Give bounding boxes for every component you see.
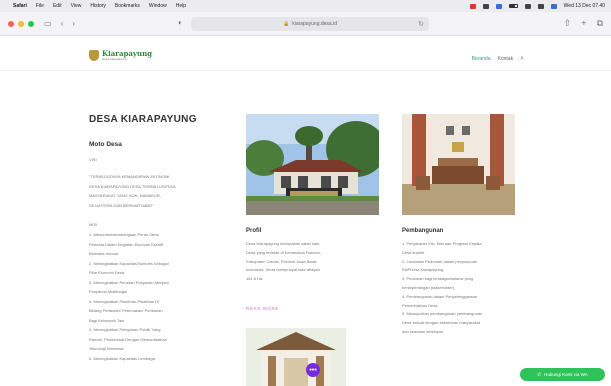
privacy-shield-icon[interactable]: ◐ (178, 18, 183, 27)
pembangunan-line: 5. Mewujudkan pembangunan pembangunan (402, 311, 483, 317)
menu-edit[interactable]: Edit (53, 3, 62, 9)
misi-line: Berbasis Inovasi (89, 251, 119, 256)
visi-line: SEJAHTERA DAN BERMARTABAT" (89, 202, 154, 208)
misi-line: 4. Meningkatkan Pelatihan-Pelatihan Di (89, 298, 160, 304)
reload-icon[interactable]: ↻ (418, 20, 424, 28)
more-options-button[interactable]: ••• (306, 363, 320, 377)
forward-icon[interactable]: › (72, 19, 75, 28)
pembangunan-heading: Pembangunan (402, 228, 444, 234)
profil-line: Kabupaten Ciamis, Provinsi Jawa Barat, (246, 258, 318, 264)
search-icon[interactable] (537, 3, 544, 9)
moto-heading: Moto Desa (89, 141, 122, 148)
app-status-icon[interactable] (469, 3, 476, 9)
profil-line: 181,8 Ha. (246, 276, 264, 282)
pembangunan-line: Pemerintahan Desa. (402, 302, 439, 308)
visi-line: DESA KIARAPAYUNG DESA TERINKLUSIFNYA (89, 183, 176, 189)
lock-icon: 🔒 (283, 21, 290, 27)
misi-line: 6. Meningkatkan Kapasitas Lembaga (89, 355, 155, 361)
profil-heading: Profil (246, 228, 262, 234)
pembangunan-line: 4. Pembangunan dalam Penyelenggaraan (402, 293, 477, 299)
pembangunan-line: 1. Penjabaran Visi, Misi dan Program Kep… (402, 241, 482, 246)
logo-title: Kiarapayung (102, 49, 153, 58)
control-center-icon[interactable] (550, 3, 557, 9)
status-icon[interactable] (482, 3, 489, 9)
menu-view[interactable]: View (71, 3, 82, 9)
misi-label: MISI (89, 222, 98, 227)
logo-emblem-icon (89, 50, 99, 61)
whatsapp-label: Hubungi Kami via WA (544, 372, 588, 377)
read-more-link[interactable]: READ MORE (246, 306, 279, 311)
page-title: DESA KIARAPAYUNG (89, 114, 197, 125)
misi-list: 1. Menumbuhkembangkan Peran Serta Pemuda… (89, 230, 217, 363)
visi-line: "TERWUJUDNYA KEMANDIRIAN EKONOMI (89, 174, 170, 179)
minimize-window-button[interactable] (18, 20, 24, 27)
profil-text: Desa Kiarapayung merupakan salah satu De… (246, 240, 381, 284)
share-icon[interactable]: ⇧ (564, 18, 572, 29)
logo-text: Kiarapayung Desa Kiarapayung (102, 50, 152, 61)
pembangunan-line: dan keadaan setempat. (402, 328, 444, 334)
misi-line: Pemuda Dalam Kegiatan Ekonomi Kreatif (89, 241, 163, 247)
address-url[interactable]: kiarapayung.desa.id (292, 21, 337, 27)
nav-item-beranda[interactable]: Beranda (472, 56, 491, 62)
pembangunan-text: 1. Penjabaran Visi, Misi dan Program Kep… (402, 240, 530, 337)
pembangunan-image[interactable] (402, 114, 515, 215)
visi-line: MASYARAKAT YANG KOH, NAMAKUR, (89, 193, 161, 198)
toolbar-actions: ⇧ + ⧉ (564, 18, 603, 29)
menu-bookmarks[interactable]: Bookmarks (115, 3, 140, 9)
misi-line: Bagi Kelompok Tani (89, 317, 125, 323)
nav-item-kontak[interactable]: Kontak (498, 56, 514, 62)
status-icons: Wed 13 Dec 07.40 (469, 3, 605, 9)
visi-label: VISI (89, 157, 97, 162)
misi-line: Pilar Ekonomi Desa (89, 270, 125, 275)
misi-line: 1. Menumbuhkembangkan Peran Serta (89, 232, 159, 237)
browser-toolbar: ▭ ‹ › ◐ 🔒 kiarapayung.desa.id ↻ ⇧ + ⧉ (0, 12, 611, 36)
menu-safari[interactable]: Safari (13, 3, 27, 9)
menubar-clock[interactable]: Wed 13 Dec 07.40 (564, 3, 605, 9)
battery-icon[interactable] (508, 4, 518, 8)
wifi-icon[interactable] (524, 3, 531, 9)
menu-file[interactable]: File (36, 3, 44, 9)
window-controls (8, 20, 34, 27)
misi-line: 2. Meningkatkan Kapasitas Bumdes Sebagai (89, 260, 169, 266)
pembangunan-line: RAPDesa Kiarapayung. (402, 267, 445, 273)
address-bar[interactable]: 🔒 kiarapayung.desa.id ↻ (191, 17, 429, 31)
pembangunan-line: berkepentingan (stakeholder). (402, 284, 456, 290)
misi-line: 3. Meningkatkan Peranan Posyandu Menjadi (89, 279, 169, 285)
back-icon[interactable]: ‹ (61, 19, 64, 28)
whatsapp-icon: ✆ (537, 371, 542, 377)
new-tab-icon[interactable]: + (581, 18, 586, 29)
zoom-window-button[interactable] (28, 20, 34, 27)
whatsapp-contact-button[interactable]: ✆ Hubungi Kami via WA (520, 368, 605, 381)
macos-menubar: Safari File Edit View History Bookmarks … (0, 0, 611, 12)
pembangunan-line: 2. Landasan Pedoman dalam penyusunan (402, 258, 478, 264)
close-window-button[interactable] (8, 20, 14, 27)
pembangunan-line: 3. Pedoman bagi lembaga/instansi yang (402, 276, 474, 282)
bluetooth-icon[interactable] (495, 3, 502, 9)
logo-subtitle: Desa Kiarapayung (102, 57, 127, 61)
pembangunan-line: Desa sesuai dengan kebutuhan masyarakat (402, 320, 481, 326)
site-header: Kiarapayung Desa Kiarapayung Beranda Kon… (0, 37, 611, 71)
misi-line: Teknologi Informasi (89, 346, 124, 351)
main-nav: Beranda Kontak ⌕ (472, 55, 524, 63)
misi-line: Bidang Pertanian/ Peternakan/ Perikanan (89, 308, 163, 313)
menu-history[interactable]: History (90, 3, 106, 9)
misi-line: Posyandu Multifungsi (89, 289, 128, 294)
profil-image[interactable] (246, 114, 379, 215)
misi-line: Ramah, Profesional Dengan Memanfaatkan (89, 336, 167, 342)
profil-line: Desa Kiarapayung merupakan salah satu (246, 241, 320, 246)
visi-text: "TERWUJUDNYA KEMANDIRIAN EKONOMI DESA KI… (89, 172, 217, 210)
tab-overview-icon[interactable]: ⧉ (597, 18, 603, 29)
profil-line: Desa yang terletak di Kecamatan Rancah, (246, 249, 321, 255)
profil-line: Indonesia. Serta mempunyai luas wilayah (246, 267, 320, 273)
pembangunan-line: Desa terpilih. (402, 249, 426, 255)
menu-window[interactable]: Window (149, 3, 167, 9)
article-image[interactable] (246, 328, 346, 386)
sidebar-icon[interactable]: ▭ (44, 19, 52, 28)
misi-line: 5. Meningkatkan Pelayanan Publik Yang (89, 327, 161, 332)
site-logo[interactable]: Kiarapayung Desa Kiarapayung (89, 50, 152, 61)
search-icon[interactable]: ⌕ (520, 55, 524, 63)
menu-help[interactable]: Help (176, 3, 186, 9)
